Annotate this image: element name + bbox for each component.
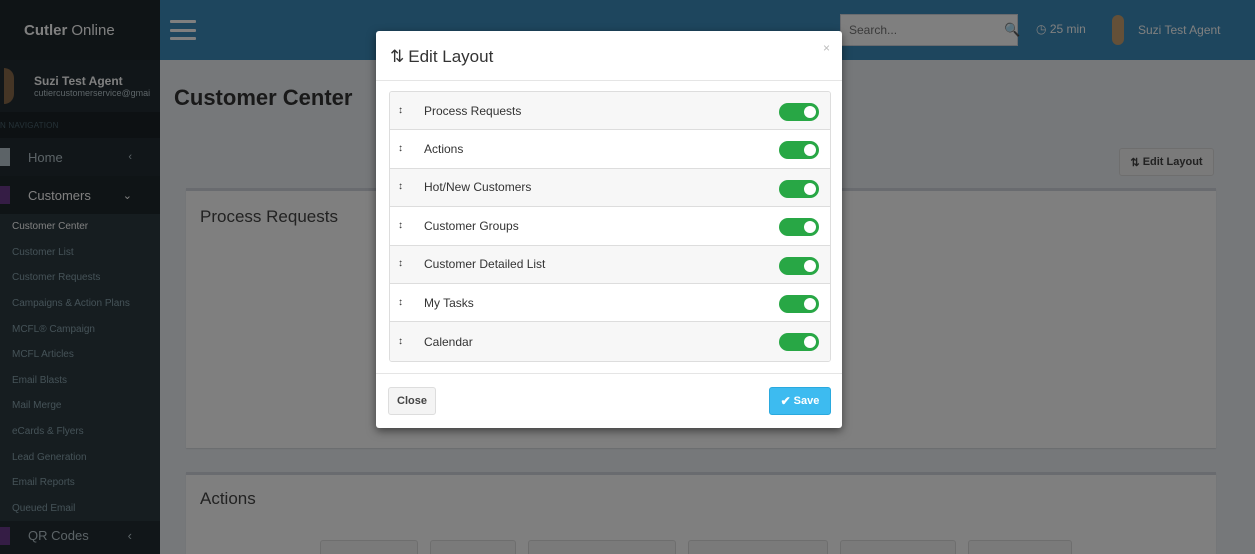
section-label: Actions <box>424 142 464 157</box>
toggle-knob <box>804 297 816 310</box>
layout-section-row[interactable]: ↕ Customer Groups <box>390 207 830 246</box>
layout-section-row[interactable]: ↕ Calendar <box>390 322 830 361</box>
drag-handle-icon[interactable]: ↕ <box>398 297 408 308</box>
section-toggle[interactable] <box>779 333 819 352</box>
layout-section-row[interactable]: ↕ Customer Detailed List <box>390 245 830 284</box>
layout-section-row[interactable]: ↕ Actions <box>390 130 830 169</box>
section-label: Customer Groups <box>424 218 519 233</box>
toggle-knob <box>804 106 816 118</box>
section-label: My Tasks <box>424 295 474 310</box>
section-label: Hot/New Customers <box>424 180 532 195</box>
section-toggle[interactable] <box>779 103 819 121</box>
close-icon[interactable]: × <box>823 41 830 55</box>
toggle-knob <box>804 144 816 157</box>
section-toggle[interactable] <box>779 256 819 275</box>
section-label: Calendar <box>424 334 473 349</box>
drag-handle-icon[interactable]: ↕ <box>398 144 408 154</box>
drag-handle-icon[interactable]: ↕ <box>398 105 408 116</box>
drag-handle-icon[interactable]: ↕ <box>398 336 408 347</box>
layout-sections-list: ↕ Process Requests ↕ Actions ↕ Hot/New Custom… <box>389 91 831 362</box>
modal-title-text: Edit Layout <box>408 47 494 66</box>
section-label: Process Requests <box>424 103 522 118</box>
drag-handle-icon[interactable]: ↕ <box>398 182 408 192</box>
toggle-knob <box>804 259 816 272</box>
modal-title: ⇅ Edit Layout <box>390 47 493 67</box>
layout-section-row[interactable]: ↕ Process Requests <box>390 92 830 131</box>
save-label: Save <box>793 395 820 407</box>
edit-layout-modal: ⇅ Edit Layout × ↕ Process Requests ↕ Action… <box>376 31 842 428</box>
toggle-knob <box>804 336 816 349</box>
drag-handle-icon[interactable]: ↕ <box>398 259 408 269</box>
section-toggle[interactable] <box>779 294 819 313</box>
check-icon: ✔ <box>780 394 791 408</box>
section-toggle[interactable] <box>779 218 819 237</box>
modal-footer: Close ✔ Save <box>376 373 842 428</box>
layout-section-row[interactable]: ↕ My Tasks <box>390 283 830 323</box>
sort-icon: ⇅ <box>390 47 405 66</box>
modal-header: ⇅ Edit Layout × <box>376 31 842 81</box>
toggle-knob <box>804 221 816 234</box>
layout-section-row[interactable]: ↕ Hot/New Customers <box>390 168 830 208</box>
close-button[interactable]: Close <box>388 387 436 415</box>
save-button[interactable]: ✔ Save <box>769 387 831 415</box>
section-label: Customer Detailed List <box>424 257 546 272</box>
section-toggle[interactable] <box>779 141 819 160</box>
section-toggle[interactable] <box>779 179 819 198</box>
drag-handle-icon[interactable]: ↕ <box>398 220 408 231</box>
toggle-knob <box>804 182 816 195</box>
